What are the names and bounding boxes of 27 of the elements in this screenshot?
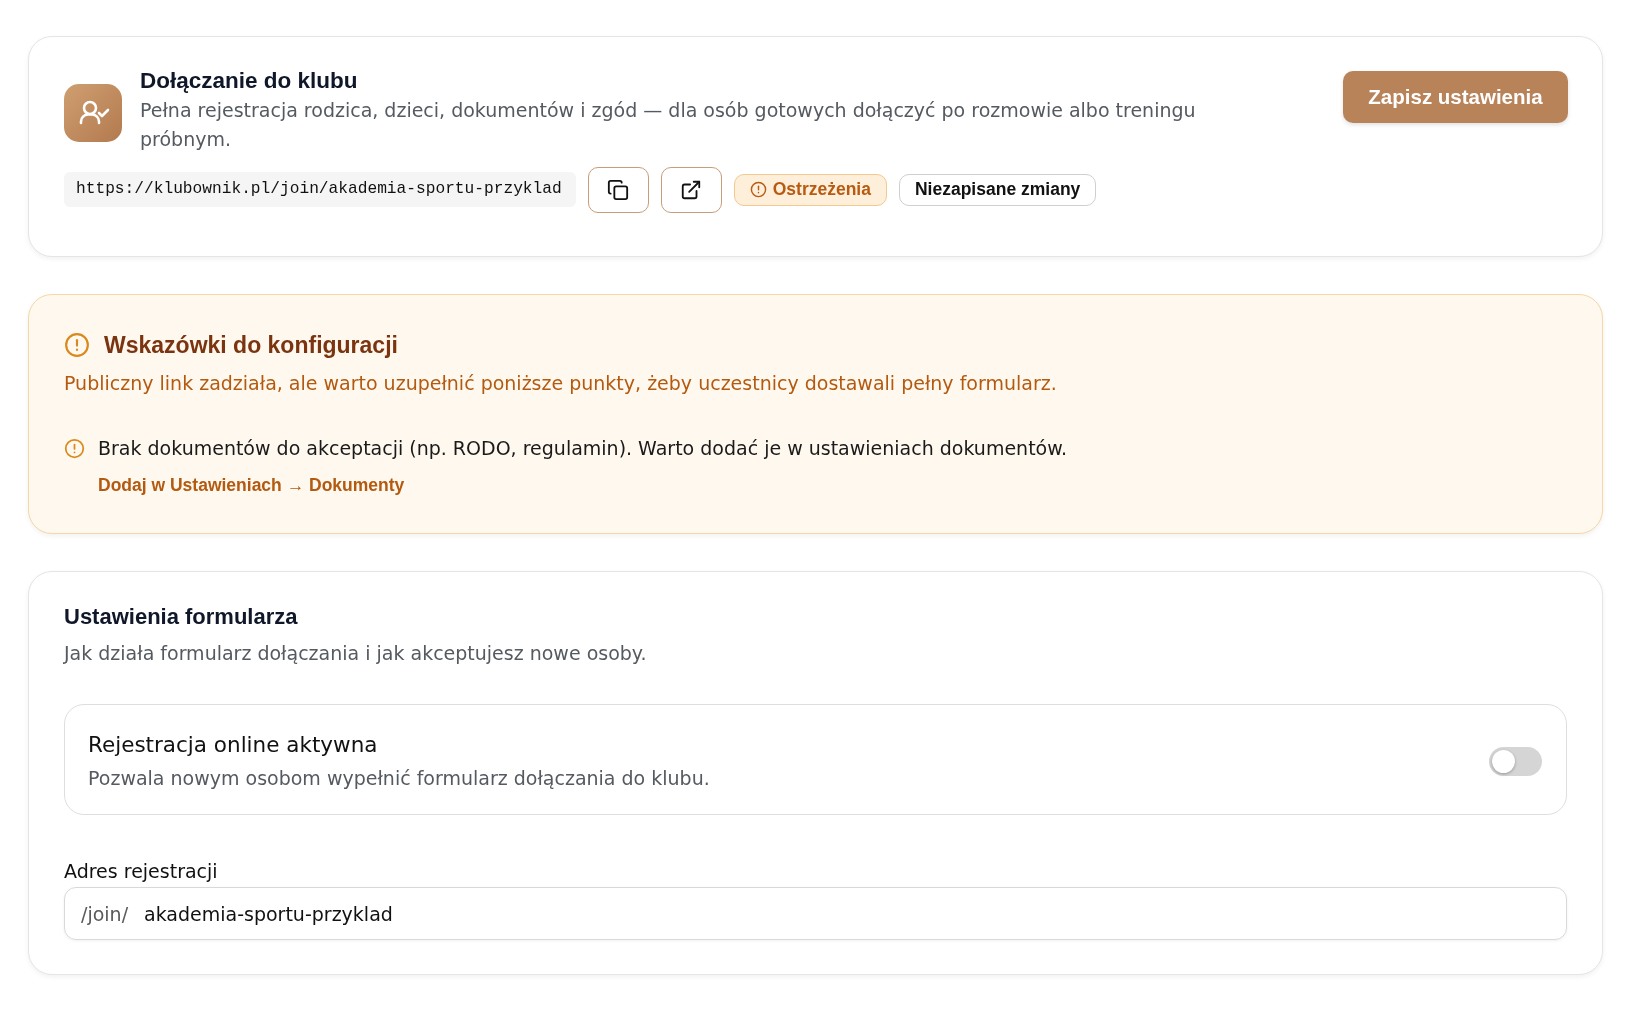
warnings-title: Wskazówki do konfiguracji — [104, 331, 398, 360]
address-value: akademia-sportu-przyklad — [144, 902, 393, 925]
external-link-icon — [680, 178, 703, 201]
page-description: Pełna rejestracja rodzica, dzieci, dokumentów i zgód — dla osób gotowych dołączyć po rozmowie albo treningu próbnym. — [140, 98, 1197, 152]
field-label: Adres rejestracji — [64, 859, 219, 884]
page-title: Dołączanie do klubu — [140, 67, 359, 95]
copy-icon — [607, 178, 630, 201]
alert-icon — [64, 332, 90, 358]
alert-icon — [749, 181, 767, 198]
person-check-icon — [64, 84, 122, 142]
setting-description: Pozwala nowym osobom wypełnić formularz dołączania do klubu. — [88, 766, 710, 791]
status-label: Ostrzeżenia — [772, 179, 871, 200]
section-title: Ustawienia formularza — [64, 603, 299, 631]
warning-message: Brak dokumentów do akceptacji (np. RODO, regulamin). Warto dodać je w ustawieniach dokumentów. — [98, 436, 1068, 461]
copy-button[interactable] — [587, 166, 649, 213]
settings-link[interactable]: Dodaj w Ustawieniach → Dokumenty — [98, 473, 405, 497]
address-field[interactable]: /join/ akademia-sportu-przyklad — [64, 887, 1567, 940]
status-badge: Niezapisane zmiany — [898, 173, 1097, 206]
toggle-switch[interactable] — [1489, 747, 1542, 776]
address-prefix: /join/ — [81, 902, 129, 925]
section-description: Jak działa formularz dołączania i jak akceptujesz nowe osoby. — [64, 641, 648, 666]
warnings-description: Publiczny link zadziała, ale warto uzupełnić poniższe punkty, żeby uczestnicy dostawali pełny formularz. — [64, 371, 1058, 396]
open-link-button[interactable] — [660, 166, 722, 213]
public-url-text: https://klubownik.pl/join/akademia-sportu-przyklad — [64, 172, 576, 207]
alert-icon — [64, 438, 85, 459]
setting-label: Rejestracja online aktywna — [88, 731, 379, 759]
save-button[interactable]: Zapisz ustawienia — [1343, 71, 1568, 123]
